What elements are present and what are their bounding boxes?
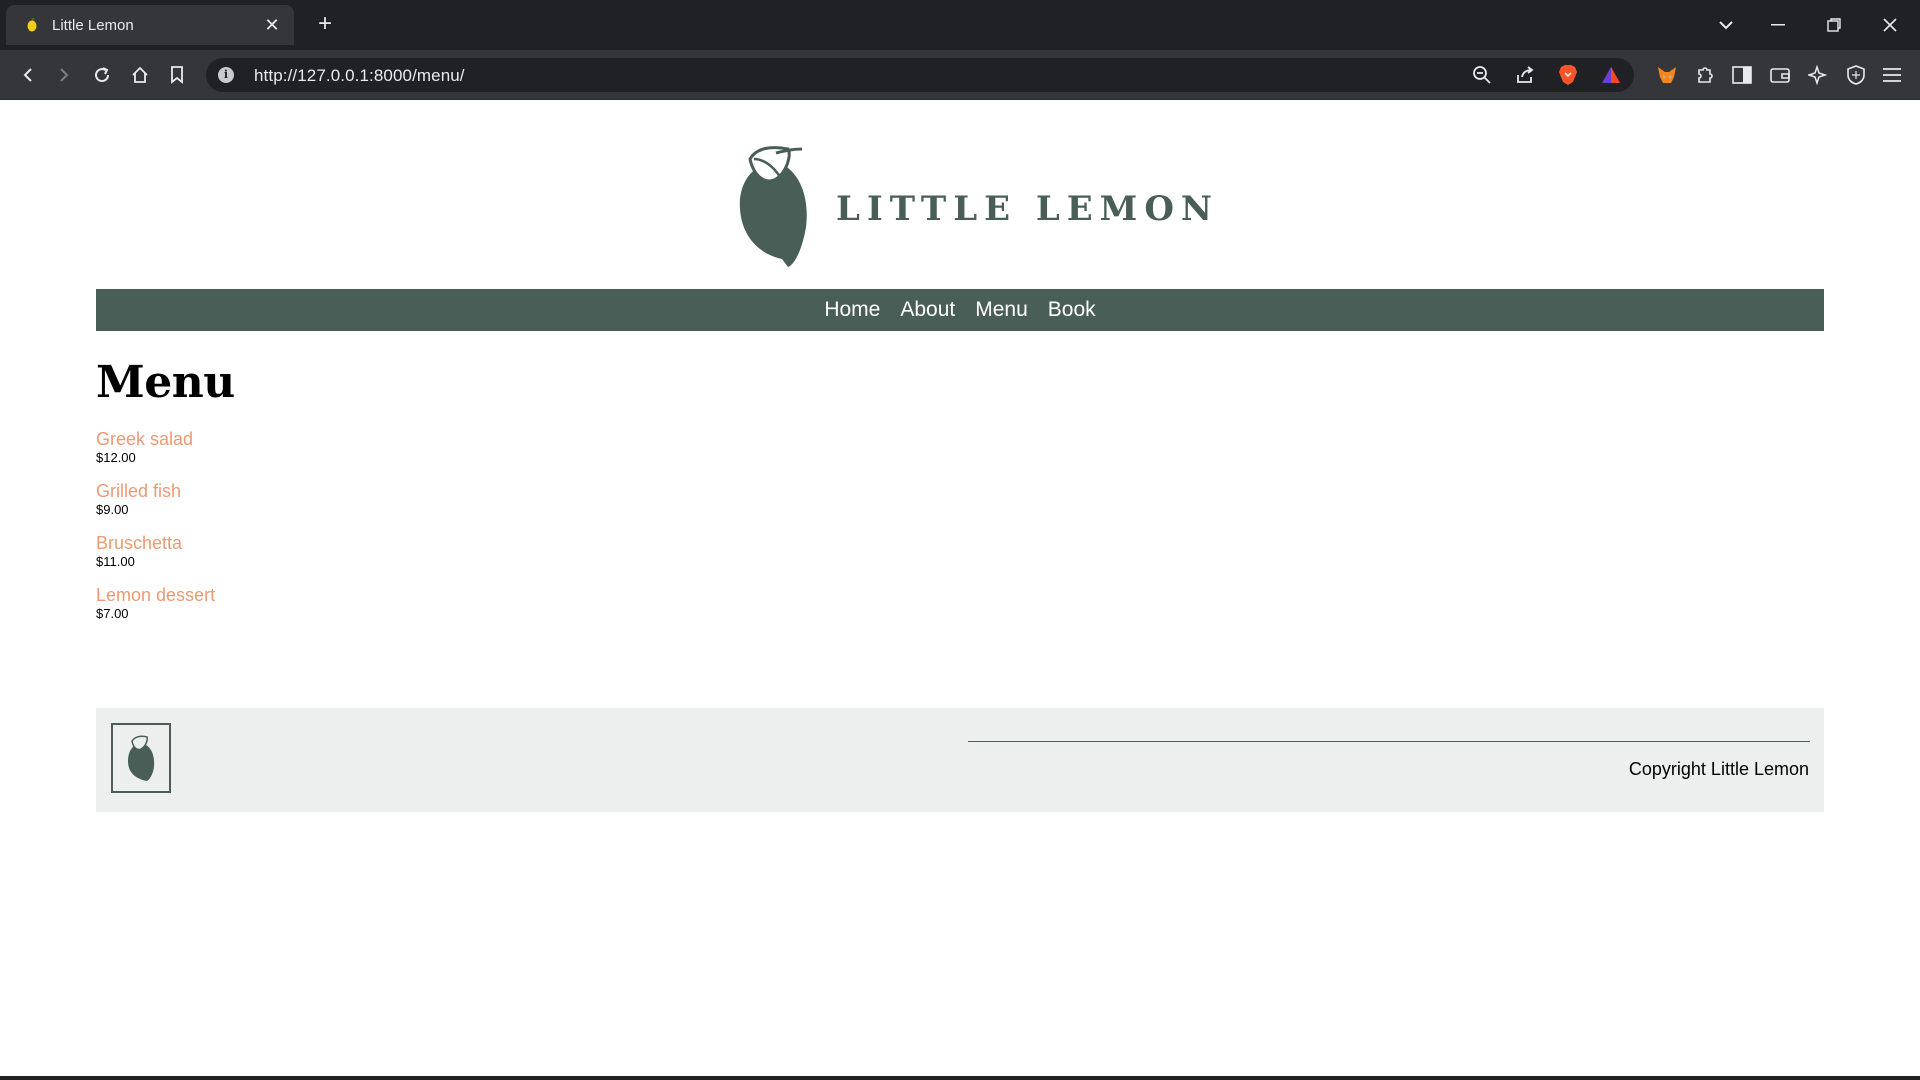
main-menu-hamburger-icon[interactable] xyxy=(1878,61,1906,89)
footer-copyright: Copyright Little Lemon xyxy=(1628,759,1809,779)
close-window-icon[interactable] xyxy=(1870,10,1910,40)
site-footer: Copyright Little Lemon xyxy=(96,708,1824,812)
minimize-icon[interactable] xyxy=(1758,10,1798,40)
menu-item: Greek salad $12.00 xyxy=(96,428,1824,466)
browser-tab[interactable]: Little Lemon ✕ xyxy=(6,5,294,45)
browser-tab-strip: Little Lemon ✕ + xyxy=(0,0,1920,50)
menu-item: Lemon dessert $7.00 xyxy=(96,584,1824,622)
menu-item-price: $12.00 xyxy=(96,450,136,465)
lemon-icon xyxy=(128,735,155,781)
main-content: Menu Greek salad $12.00 Grilled fish $9.… xyxy=(96,357,1824,636)
lemon-favicon-icon xyxy=(24,17,40,33)
wallet-icon[interactable] xyxy=(1766,61,1794,89)
nav-link-about[interactable]: About xyxy=(890,289,965,331)
menu-item-price: $7.00 xyxy=(96,606,129,621)
address-url[interactable]: http://127.0.0.1:8000/menu/ xyxy=(254,66,465,86)
address-bar[interactable]: i http://127.0.0.1:8000/menu/ xyxy=(206,58,1634,92)
nav-link-menu[interactable]: Menu xyxy=(965,289,1038,331)
forward-arrow-icon[interactable] xyxy=(50,61,78,89)
back-arrow-icon[interactable] xyxy=(14,61,42,89)
web-page: LITTLE LEMON Home About Menu Book Menu G… xyxy=(0,101,1920,1076)
main-nav: Home About Menu Book xyxy=(96,289,1824,331)
zoom-out-icon[interactable] xyxy=(1470,63,1494,87)
menu-item-link[interactable]: Bruschetta xyxy=(96,532,1824,554)
menu-item-link[interactable]: Grilled fish xyxy=(96,480,1824,502)
new-tab-button[interactable]: + xyxy=(312,12,338,38)
brave-shields-icon[interactable] xyxy=(1556,63,1580,87)
browser-toolbar: i http://127.0.0.1:8000/menu/ xyxy=(0,50,1920,100)
tab-close-icon[interactable]: ✕ xyxy=(262,15,282,36)
footer-logo[interactable] xyxy=(111,723,171,793)
footer-divider xyxy=(968,741,1810,742)
menu-item-link[interactable]: Lemon dessert xyxy=(96,584,1824,606)
metamask-extension-icon[interactable] xyxy=(1653,61,1681,89)
extensions-puzzle-icon[interactable] xyxy=(1691,61,1719,89)
menu-item-price: $11.00 xyxy=(96,554,135,569)
page-title: Menu xyxy=(96,357,235,408)
tab-title: Little Lemon xyxy=(52,16,134,34)
reload-icon[interactable] xyxy=(88,61,116,89)
site-logo[interactable]: LITTLE LEMON xyxy=(736,145,1219,272)
site-header: LITTLE LEMON xyxy=(96,141,1824,271)
menu-item: Grilled fish $9.00 xyxy=(96,480,1824,518)
restore-icon[interactable] xyxy=(1814,10,1854,40)
nav-link-home[interactable]: Home xyxy=(814,289,890,331)
leo-ai-icon[interactable] xyxy=(1804,61,1832,89)
menu-item: Bruschetta $11.00 xyxy=(96,532,1824,570)
site-info-icon[interactable]: i xyxy=(218,67,234,83)
brave-rewards-icon[interactable] xyxy=(1599,63,1623,87)
home-icon[interactable] xyxy=(126,61,154,89)
lemon-logo-icon xyxy=(736,145,812,272)
tab-search-chevron-icon[interactable] xyxy=(1706,10,1746,40)
sidebar-toggle-icon[interactable] xyxy=(1728,61,1756,89)
share-icon[interactable] xyxy=(1513,63,1537,87)
logo-wordmark: LITTLE LEMON xyxy=(836,188,1220,229)
bookmark-icon[interactable] xyxy=(163,61,191,89)
nav-link-book[interactable]: Book xyxy=(1038,289,1106,331)
menu-item-price: $9.00 xyxy=(96,502,129,517)
vpn-shield-icon[interactable] xyxy=(1842,61,1870,89)
window-bottom-edge xyxy=(0,1076,1920,1080)
menu-item-link[interactable]: Greek salad xyxy=(96,428,1824,450)
